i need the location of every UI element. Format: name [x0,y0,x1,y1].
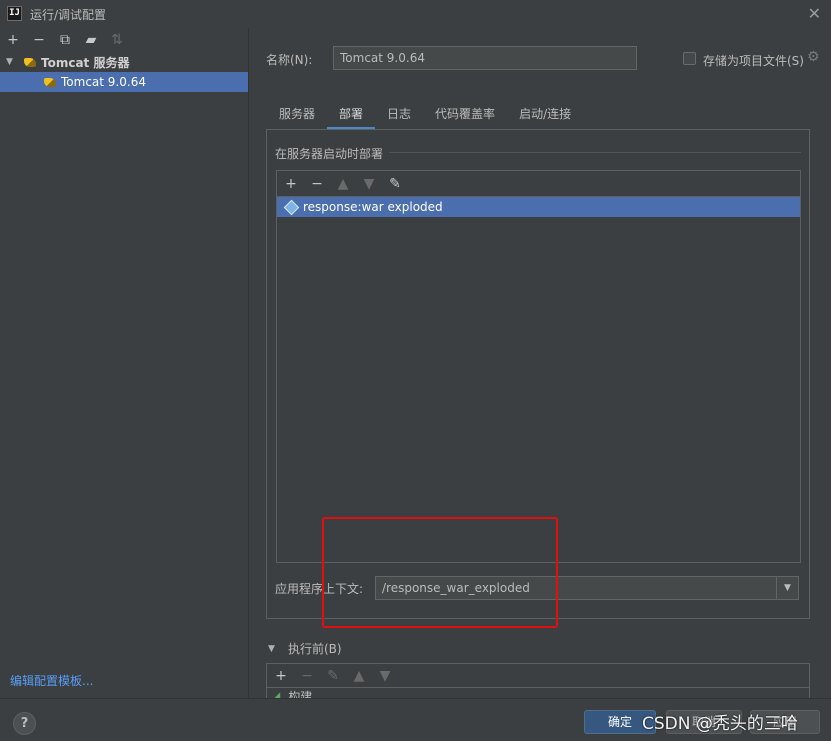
context-combo[interactable]: /response_war_exploded ▼ [375,576,799,600]
move-up-icon[interactable]: ▲ [351,668,367,684]
gear-icon[interactable]: ⚙ [807,49,820,65]
chevron-down-icon[interactable]: ▼ [268,644,280,654]
help-button[interactable]: ? [13,712,36,735]
artifact-list: + − ▲ ▼ ✎ response:war exploded [276,170,801,563]
tab-deployment[interactable]: 部署 [327,98,376,130]
context-value[interactable]: /response_war_exploded [376,581,776,595]
tomcat-icon [44,77,56,87]
tree-node-label: Tomcat 服务器 [41,55,130,70]
add-icon[interactable]: + [5,32,21,48]
window-title: 运行/调试配置 [30,8,107,22]
artifact-icon [284,200,298,214]
tab-bar: 服务器 部署 日志 代码覆盖率 启动/连接 [267,98,583,130]
store-as-project-checkbox[interactable] [683,52,696,65]
move-up-icon[interactable]: ▲ [335,176,351,192]
context-label: 应用程序上下文: [275,582,364,596]
edit-icon[interactable]: ✎ [387,176,403,192]
tab-coverage[interactable]: 代码覆盖率 [423,98,507,130]
artifact-toolbar: + − ▲ ▼ ✎ [277,171,800,197]
dialog-button-bar: ? 确定 取消 应用 CSDN @秃头的三哈 [0,698,831,741]
config-detail-panel: 名称(N): Tomcat 9.0.64 存储为项目文件(S) ⚙ 服务器 部署… [250,28,831,703]
edit-icon[interactable]: ✎ [325,668,341,684]
edit-templates-link[interactable]: 编辑配置模板... [10,672,93,689]
tree-node-label: Tomcat 9.0.64 [61,75,146,89]
remove-icon[interactable]: − [309,176,325,192]
sort-icon[interactable]: ⇅ [109,32,125,48]
intellij-logo-icon: IJ [7,6,22,21]
group-divider [389,152,801,153]
remove-icon[interactable]: − [299,668,315,684]
copy-icon[interactable]: ⧉ [57,32,73,48]
tree-node-tomcat-server[interactable]: ▼ Tomcat 服务器 [0,52,248,72]
deploy-group-title: 在服务器启动时部署 [275,147,384,161]
title-bar: IJ 运行/调试配置 ✕ [0,0,831,28]
chevron-down-icon[interactable]: ▼ [776,577,798,599]
close-icon[interactable]: ✕ [808,4,821,23]
config-tree-panel: + − ⧉ ▰ ⇅ ▼ Tomcat 服务器 Tomcat 9.0.64 编辑配… [0,28,249,698]
tab-startup[interactable]: 启动/连接 [507,98,583,130]
name-input[interactable]: Tomcat 9.0.64 [333,46,637,70]
add-icon[interactable]: + [273,668,289,684]
config-toolbar: + − ⧉ ▰ ⇅ [0,28,248,52]
remove-icon[interactable]: − [31,32,47,48]
tab-server[interactable]: 服务器 [267,98,327,130]
before-launch-toolbar: + − ✎ ▲ ▼ [267,664,809,688]
artifact-label: response:war exploded [303,200,443,214]
before-launch-list: + − ✎ ▲ ▼ ◢ 构建 [266,663,810,703]
tab-logs[interactable]: 日志 [375,98,423,130]
tree-node-tomcat-config[interactable]: Tomcat 9.0.64 [0,72,248,92]
move-down-icon[interactable]: ▼ [377,668,393,684]
before-launch-header[interactable]: ▼ 执行前(B) [268,640,342,657]
deployment-tab-content: 在服务器启动时部署 + − ▲ ▼ ✎ response:war explode… [266,129,810,619]
before-launch-label: 执行前(B) [288,642,342,656]
store-as-project-label: 存储为项目文件(S) [703,54,804,68]
folder-icon[interactable]: ▰ [83,32,99,48]
move-down-icon[interactable]: ▼ [361,176,377,192]
name-label: 名称(N): [266,53,313,67]
watermark-text: CSDN @秃头的三哈 [642,714,798,734]
add-icon[interactable]: + [283,176,299,192]
chevron-down-icon[interactable]: ▼ [6,57,18,67]
tomcat-icon [24,57,36,67]
artifact-row[interactable]: response:war exploded [277,197,800,217]
